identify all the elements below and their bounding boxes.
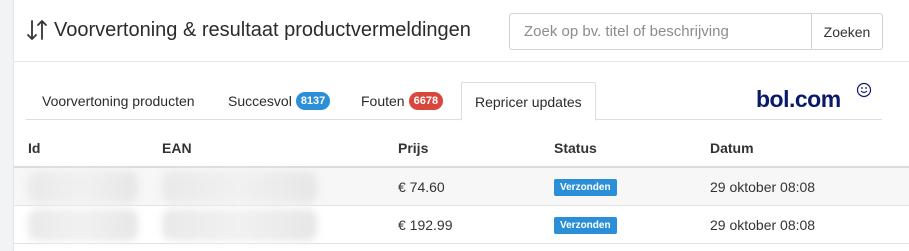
price-cell: € 192.99: [398, 217, 453, 233]
date-cell: 29 oktober 08:08: [710, 217, 816, 233]
redacted-id: [28, 171, 138, 203]
table-row[interactable]: € 192.99 Verzonden 29 oktober 08:08: [14, 206, 909, 244]
main-panel: Voorvertoning & resultaat productvermeld…: [13, 0, 909, 251]
tab-label: Succesvol: [228, 93, 292, 109]
search-bar: Zoeken: [509, 13, 883, 50]
redacted-id: [28, 209, 138, 241]
bol-logo: bol.com: [756, 82, 876, 116]
count-badge: 6678: [408, 92, 444, 110]
table-row[interactable]: € 74.60 Verzonden 29 oktober 08:08: [14, 168, 909, 206]
price-cell: € 74.60: [398, 179, 445, 195]
search-input[interactable]: [509, 13, 811, 50]
redacted-ean: [162, 209, 317, 241]
column-header-prijs: Prijs: [398, 140, 429, 156]
title-group: Voorvertoning & resultaat productvermeld…: [26, 18, 471, 42]
status-badge: Verzonden: [554, 217, 617, 234]
tab-label: Voorvertoning producten: [42, 93, 195, 109]
redacted-ean: [162, 171, 317, 203]
tab-fouten[interactable]: Fouten 6678: [361, 82, 444, 120]
table-header: Id EAN Prijs Status Datum: [14, 128, 909, 168]
page-title: Voorvertoning & resultaat productvermeld…: [54, 18, 471, 41]
logo-text: bol.com: [756, 86, 841, 112]
updates-table: Id EAN Prijs Status Datum € 74.60 Verzon…: [14, 128, 909, 244]
tab-label: Fouten: [361, 93, 405, 109]
column-header-status: Status: [554, 140, 597, 156]
date-cell: 29 oktober 08:08: [710, 179, 816, 195]
search-button[interactable]: Zoeken: [811, 13, 883, 50]
column-header-id: Id: [28, 140, 41, 156]
smile-icon: [856, 82, 872, 98]
sort-arrows-icon: [27, 20, 47, 40]
tab-label: Repricer updates: [475, 93, 582, 110]
tab-repricer-updates[interactable]: Repricer updates: [461, 82, 596, 121]
tab-voorvertoning[interactable]: Voorvertoning producten: [42, 82, 195, 120]
column-header-datum: Datum: [710, 140, 754, 156]
count-badge: 8137: [295, 92, 331, 110]
status-badge: Verzonden: [554, 179, 617, 196]
column-header-ean: EAN: [162, 140, 192, 156]
tab-succesvol[interactable]: Succesvol 8137: [228, 82, 331, 120]
page-header: Voorvertoning & resultaat productvermeld…: [14, 0, 909, 62]
tab-bar: Voorvertoning producten Succesvol 8137 F…: [26, 82, 882, 121]
